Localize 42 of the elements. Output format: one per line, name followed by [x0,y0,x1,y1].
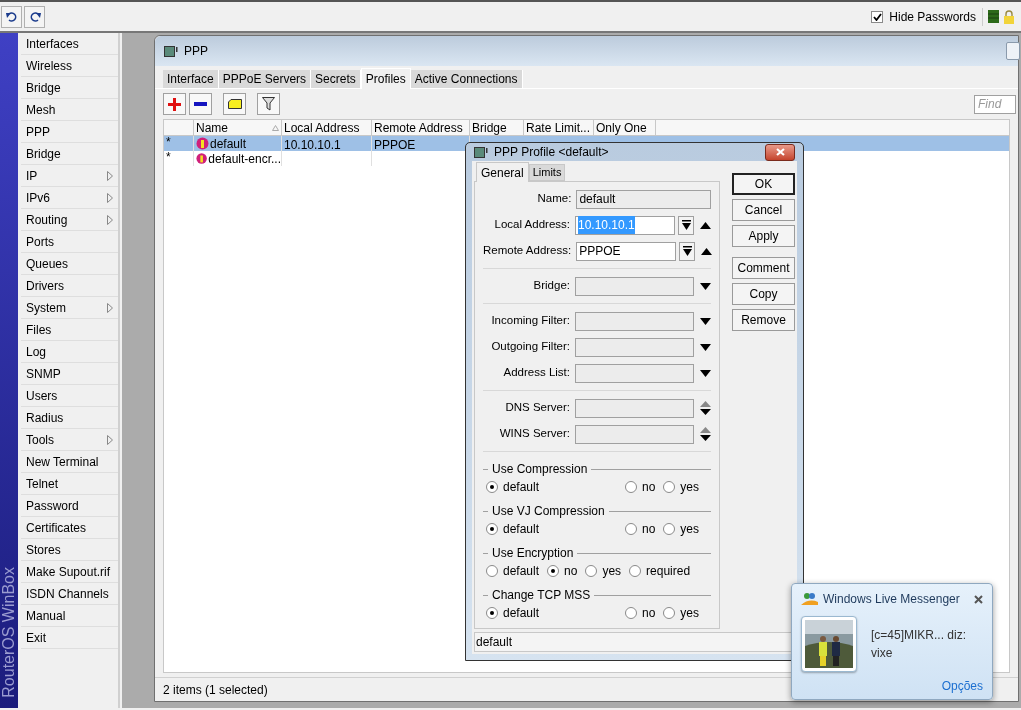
group-title: Change TCP MSS [492,587,591,604]
radio-label: no [564,563,578,580]
window-title: PPP [184,43,208,60]
radio-label: default [503,605,540,622]
brand-text: RouterOS WinBox [0,567,18,698]
radio-label: yes [680,521,699,538]
table-cell-text: 10.10.10.1 [284,137,341,151]
field-label: DNS Server: [504,400,571,416]
group-title: Use Compression [492,461,588,478]
field-value: 10.10.10.1 [578,216,635,234]
dialog-title: PPP Profile <default> [494,144,609,161]
field-label: Outgoing Filter: [490,339,571,355]
field-label: Name: [536,191,573,207]
field-label: Remote Address: [483,243,573,259]
field-label: Address List: [502,365,571,381]
field-label: WINS Server: [498,426,571,442]
radio-label: no [641,605,656,622]
field-label: Incoming Filter: [490,313,571,329]
table-cell-text: default [210,135,247,153]
message-sender: [c=45]MIKR... diz: [871,627,967,644]
notification-title: Windows Live Messenger [823,591,960,608]
field-label: Local Address: [493,217,571,233]
message-text: vixe [871,645,894,662]
radio-label: required [646,563,691,580]
radio-label: no [641,479,656,496]
field-label: Bridge: [532,278,571,294]
group-title: Use Encryption [492,545,574,562]
radio-label: default [503,521,540,538]
radio-label: yes [602,563,622,580]
radio-label: no [641,521,656,538]
group-title: Use VJ Compression [492,503,605,520]
radio-label: yes [680,605,699,622]
field-value: PPPOE [579,243,621,260]
status-text: 2 items (1 selected) [163,681,268,699]
radio-label: default [503,563,540,580]
status-text: default [476,634,513,651]
checkbox-label: Hide Passwords [889,8,976,26]
flag-cell: * [164,151,194,166]
radio-label: yes [680,479,699,496]
table-cell-text: default-encr... [208,150,281,168]
radio-label: default [503,479,540,496]
table-cell-text: PPPOE [374,137,416,151]
